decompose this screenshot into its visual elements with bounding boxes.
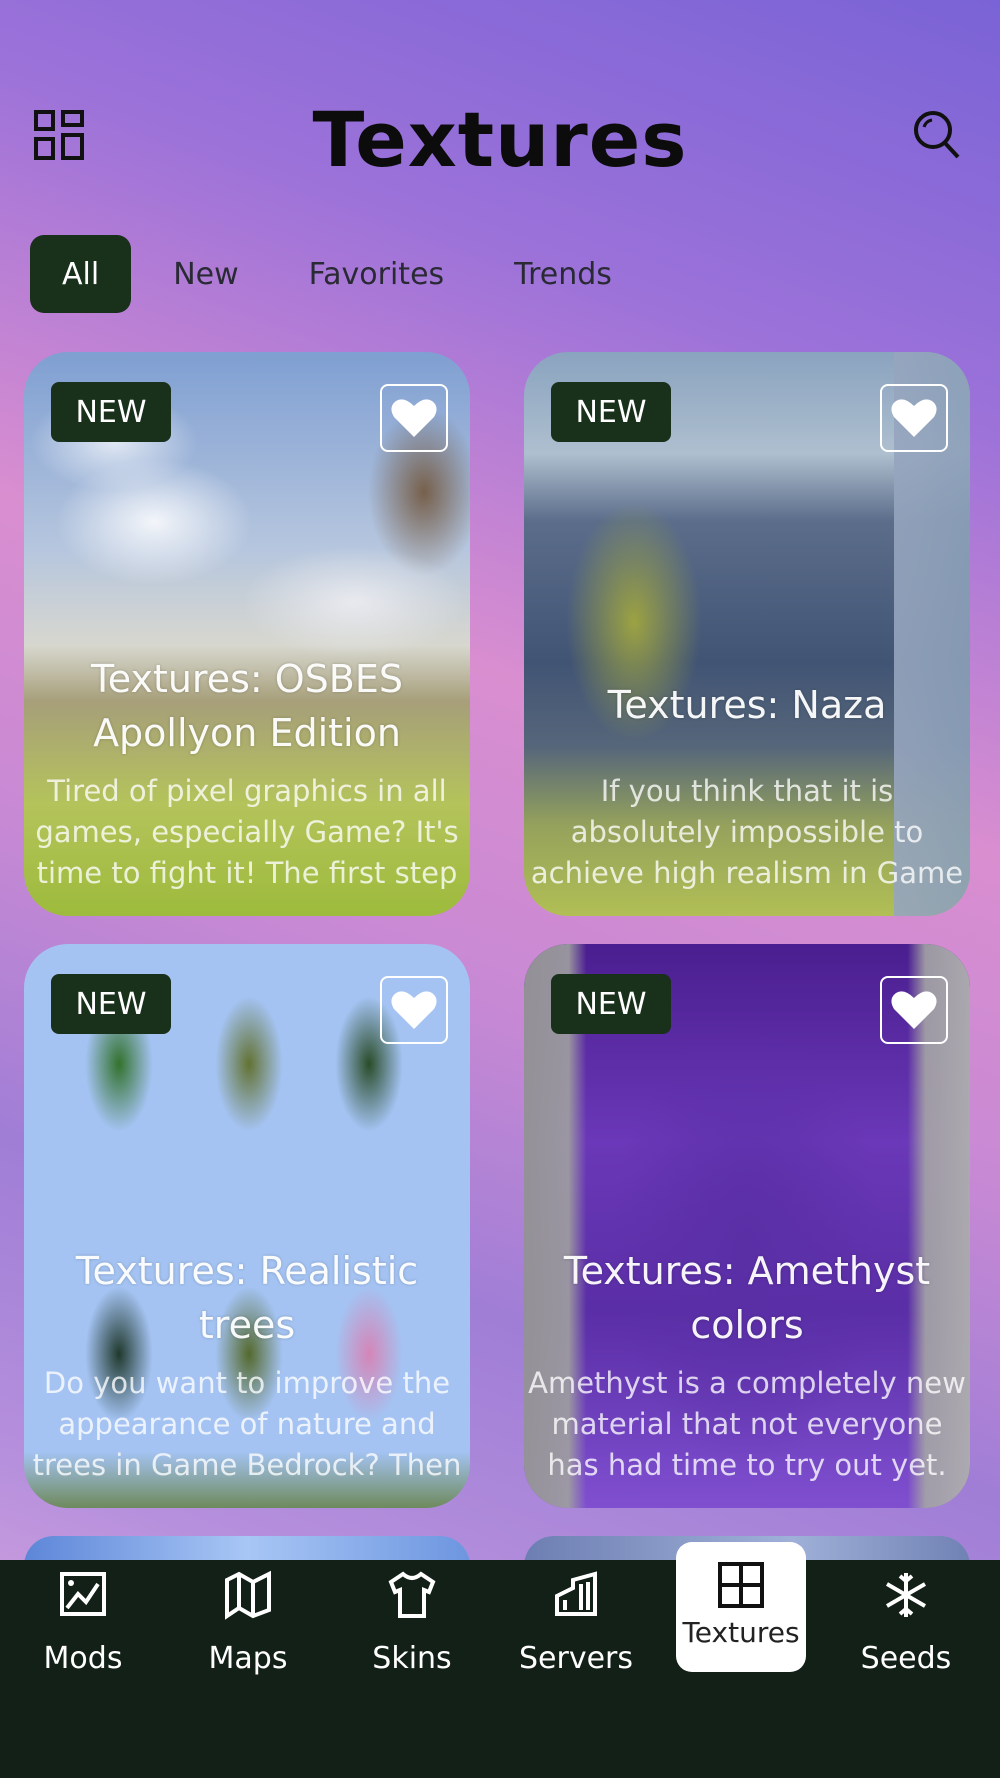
favorite-heart-icon[interactable] [880, 976, 948, 1044]
new-badge: NEW [51, 974, 171, 1034]
new-badge: NEW [551, 974, 671, 1034]
nav-label: Mods [43, 1641, 123, 1676]
texture-card[interactable]: NEW Textures: OSBES Apollyon Edition Tir… [24, 352, 470, 916]
bottom-navigation: Mods Maps Skins Servers Textures Seeds [0, 1542, 1000, 1778]
filter-tabs: All New Favorites Trends [30, 234, 648, 314]
favorite-heart-icon[interactable] [380, 976, 448, 1044]
nav-mods[interactable]: Mods [18, 1560, 148, 1692]
card-title: Textures: Naza [607, 683, 887, 727]
nav-label: Servers [518, 1641, 633, 1676]
card-title: Textures: Realistic trees [75, 1249, 419, 1347]
texture-card[interactable]: NEW Textures: Amethyst colors Amethyst i… [524, 944, 970, 1508]
new-badge: NEW [51, 382, 171, 442]
tab-favorites[interactable]: Favorites [275, 235, 479, 313]
app-header: Textures [0, 95, 1000, 185]
nav-label: Maps [208, 1641, 288, 1676]
nav-label: Textures [682, 1616, 800, 1649]
nav-skins[interactable]: Skins [347, 1560, 477, 1692]
tab-trends[interactable]: Trends [480, 235, 646, 313]
tab-all[interactable]: All [30, 235, 132, 313]
nav-maps[interactable]: Maps [183, 1560, 313, 1692]
shirt-icon [387, 1570, 437, 1620]
card-title: Textures: Amethyst colors [563, 1249, 931, 1347]
map-icon [223, 1570, 273, 1620]
texture-card[interactable]: NEW Textures: Naza If you think that it … [524, 352, 970, 916]
grid-icon [716, 1560, 766, 1610]
texture-card[interactable]: NEW Textures: Realistic trees Do you wan… [24, 944, 470, 1508]
card-title: Textures: OSBES Apollyon Edition [90, 657, 403, 755]
card-description: Amethyst is a completely new material th… [528, 1366, 966, 1482]
nav-label: Skins [372, 1641, 452, 1676]
card-description: If you think that it is absolutely impos… [530, 774, 964, 890]
snowflake-icon [881, 1570, 931, 1620]
nav-servers[interactable]: Servers [511, 1560, 641, 1692]
nav-textures[interactable]: Textures [676, 1542, 806, 1672]
favorite-heart-icon[interactable] [880, 384, 948, 452]
search-icon[interactable] [912, 109, 962, 161]
favorite-heart-icon[interactable] [380, 384, 448, 452]
card-description: Do you want to improve the appearance of… [32, 1366, 462, 1482]
page-title: Textures [312, 95, 688, 184]
new-badge: NEW [551, 382, 671, 442]
server-icon [551, 1570, 601, 1620]
tab-new[interactable]: New [139, 235, 272, 313]
nav-seeds[interactable]: Seeds [841, 1560, 971, 1692]
image-icon [58, 1570, 108, 1620]
nav-label: Seeds [860, 1641, 952, 1676]
card-description: Tired of pixel graphics in all games, es… [35, 774, 459, 890]
